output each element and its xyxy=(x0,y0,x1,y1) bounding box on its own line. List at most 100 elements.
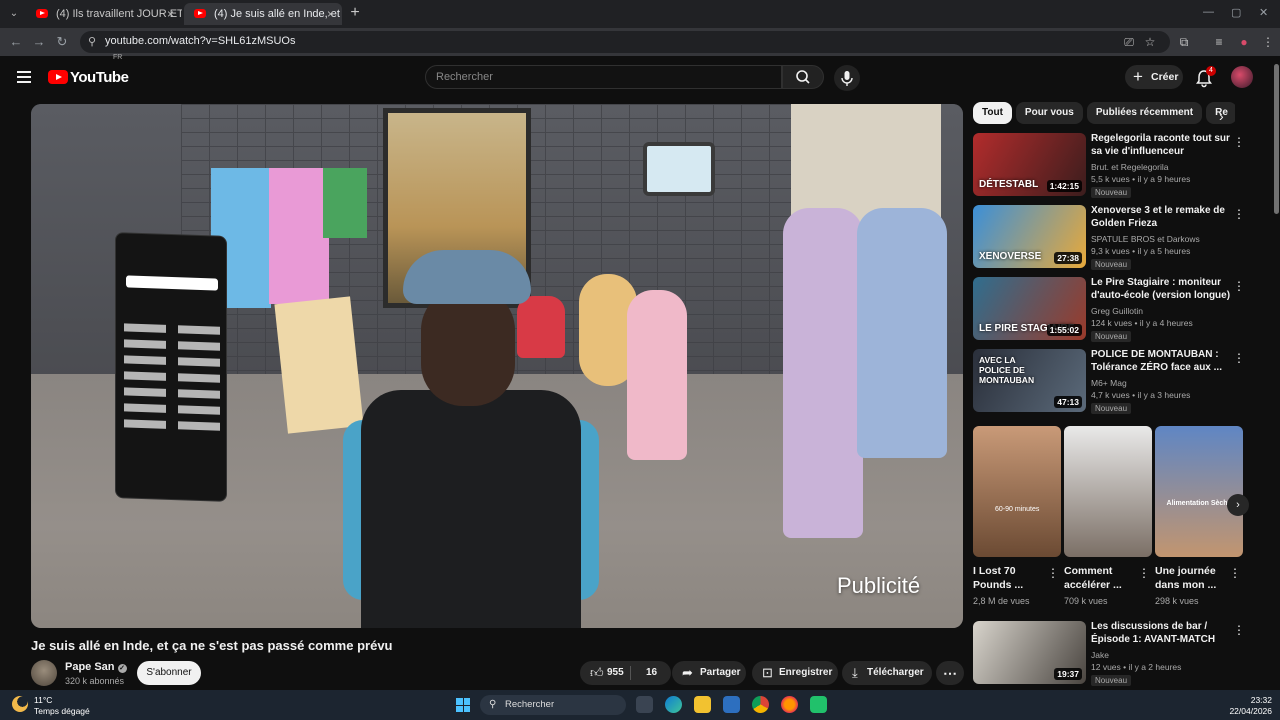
puzzle-icon[interactable]: ⧉ xyxy=(1176,34,1192,50)
video-frame-poster xyxy=(323,168,367,238)
video-thumbnail[interactable]: AVEC LA POLICE DE MONTAUBAN 47:13 xyxy=(973,349,1086,412)
recommendation-item[interactable]: LE PIRE STAGIAIRE 1:55:02 Le Pire Stagia… xyxy=(973,276,1245,342)
recommendation-meta: 4,7 k vues • il y a 3 heures xyxy=(1091,390,1191,400)
recommendation-item[interactable]: AVEC LA POLICE DE MONTAUBAN 47:13 POLICE… xyxy=(973,348,1245,414)
search-button[interactable] xyxy=(782,65,824,89)
video-thumbnail[interactable]: 19:37 xyxy=(973,621,1086,684)
recommendation-item[interactable]: 19:37 Les discussions de bar /Épisode 1:… xyxy=(973,621,1243,687)
back-arrow-icon[interactable]: ← xyxy=(8,34,24,50)
chip-all[interactable]: Tout xyxy=(973,102,1012,124)
url-text[interactable]: youtube.com/watch?v=SHL61zMSUOs xyxy=(105,35,295,47)
chevron-right-icon[interactable]: › xyxy=(1219,108,1224,124)
recommendation-title[interactable]: Regelegorila raconte tout sur sa vie d'i… xyxy=(1091,132,1231,158)
windows-start-icon[interactable] xyxy=(456,698,470,712)
video-thumbnail[interactable]: LE PIRE STAGIAIRE 1:55:02 xyxy=(973,277,1086,340)
reload-icon[interactable]: ↻ xyxy=(54,34,70,50)
recommendation-title[interactable]: Xenoverse 3 et le remake de Golden Friez… xyxy=(1091,204,1231,230)
recommendation-channel[interactable]: Greg Guillotin xyxy=(1091,306,1143,316)
create-label: Créer xyxy=(1151,71,1179,83)
cast-icon[interactable]: ⎚ xyxy=(1121,34,1137,50)
search-input[interactable]: Rechercher xyxy=(425,65,782,89)
maximize-icon[interactable]: ▢ xyxy=(1231,6,1241,19)
firefox-icon[interactable] xyxy=(781,696,798,713)
file-explorer-icon[interactable] xyxy=(694,696,711,713)
voice-search-button[interactable] xyxy=(834,65,860,91)
chip-recent[interactable]: Publiées récemment xyxy=(1086,102,1203,124)
star-icon[interactable]: ☆ xyxy=(1142,34,1158,50)
site-info-icon[interactable]: ⚲ xyxy=(88,35,102,49)
hamburger-menu-icon[interactable] xyxy=(17,71,31,83)
taskbar-clock[interactable]: 23:32 22/04/2026 xyxy=(1220,695,1272,717)
minimize-icon[interactable]: — xyxy=(1203,6,1214,18)
kebab-icon[interactable]: ⋮ xyxy=(1233,351,1245,365)
channel-name-text[interactable]: Pape San xyxy=(65,661,115,673)
chip-for-you[interactable]: Pour vous xyxy=(1015,102,1083,124)
close-icon[interactable]: × xyxy=(167,3,174,25)
recommendation-title[interactable]: POLICE DE MONTAUBAN : Tolérance ZÉRO fac… xyxy=(1091,348,1231,374)
like-count[interactable]: 955 xyxy=(607,661,624,685)
kebab-icon[interactable]: ⋮ xyxy=(1233,135,1245,149)
task-view-icon[interactable] xyxy=(636,696,653,713)
kebab-icon[interactable]: ⋮ xyxy=(1260,34,1276,50)
like-dislike-group: 👍︎ 955 16 xyxy=(580,661,671,685)
kebab-icon[interactable]: ⋮ xyxy=(1047,566,1059,580)
thumbnail-text: AVEC LA POLICE DE MONTAUBAN xyxy=(979,355,1035,385)
page-scrollbar[interactable] xyxy=(1272,56,1280,690)
weather-widget[interactable]: 11°C Temps dégagé xyxy=(34,695,90,717)
recommendation-title[interactable]: Le Pire Stagiaire : moniteur d'auto-écol… xyxy=(1091,276,1231,302)
kebab-icon[interactable]: ⋮ xyxy=(1229,566,1241,580)
scrollbar-thumb[interactable] xyxy=(1274,64,1279,214)
profile-icon[interactable]: ● xyxy=(1236,34,1252,50)
tab-search-icon[interactable]: ⌄ xyxy=(6,6,22,22)
recommendation-channel[interactable]: M6+ Mag xyxy=(1091,378,1127,388)
short-thumbnail[interactable]: 60-90 minutes xyxy=(973,426,1061,557)
download-button[interactable]: ⤓ Télécharger xyxy=(842,661,932,685)
thumbs-up-icon[interactable]: 👍︎ xyxy=(590,661,604,685)
recommendation-channel[interactable]: SPATULE BROS et Darkows xyxy=(1091,234,1200,244)
new-tab-button[interactable]: + xyxy=(346,4,364,22)
video-thumbnail[interactable]: DÉTESTABL 1:42:15 xyxy=(973,133,1086,196)
forward-arrow-icon[interactable]: → xyxy=(31,34,47,50)
window-close-icon[interactable]: ✕ xyxy=(1259,6,1268,19)
video-player[interactable]: Publicité xyxy=(31,104,963,628)
recommendation-meta: 5,5 k vues • il y a 9 heures xyxy=(1091,174,1191,184)
short-title[interactable]: I Lost 70 Pounds ... xyxy=(973,564,1045,592)
video-thumbnail[interactable]: XENOVERSE 27:38 xyxy=(973,205,1086,268)
account-avatar[interactable] xyxy=(1231,66,1253,88)
reading-list-icon[interactable]: ≡ xyxy=(1211,34,1227,50)
recommendation-item[interactable]: DÉTESTABL 1:42:15 Regelegorila raconte t… xyxy=(973,132,1245,198)
dislike-count[interactable]: 16 xyxy=(646,661,657,685)
kebab-icon[interactable]: ⋮ xyxy=(1233,623,1243,637)
save-button[interactable]: ⊡ Enregistrer xyxy=(752,661,838,685)
store-icon[interactable] xyxy=(723,696,740,713)
recommendation-channel[interactable]: Jake xyxy=(1091,650,1109,660)
omnibox[interactable]: ⚲ youtube.com/watch?v=SHL61zMSUOs xyxy=(80,31,1170,53)
moon-icon[interactable] xyxy=(12,696,28,712)
chevron-right-icon[interactable]: › xyxy=(1227,494,1249,516)
close-icon[interactable]: × xyxy=(327,3,334,25)
recommendation-title[interactable]: Les discussions de bar /Épisode 1: AVANT… xyxy=(1091,621,1231,646)
recommendation-item[interactable]: XENOVERSE 27:38 Xenoverse 3 et le remake… xyxy=(973,204,1245,270)
share-button[interactable]: ➦ Partager xyxy=(672,661,746,685)
short-thumbnail[interactable]: Alimentation Sèche xyxy=(1155,426,1243,557)
kebab-icon[interactable]: ⋮ xyxy=(1138,566,1150,580)
recommendation-channel[interactable]: Brut. et Regelegorila xyxy=(1091,162,1169,172)
kebab-icon[interactable]: ⋮ xyxy=(1233,279,1245,293)
channel-avatar[interactable] xyxy=(31,660,57,686)
subscribe-button[interactable]: S'abonner xyxy=(137,661,201,685)
chrome-icon[interactable] xyxy=(752,696,769,713)
more-actions-button[interactable]: ⋯ xyxy=(936,661,964,685)
duration-badge: 19:37 xyxy=(1054,668,1082,680)
short-title[interactable]: Une journée dans mon ... xyxy=(1155,564,1227,592)
channel-name[interactable]: Pape San ✓ xyxy=(65,661,127,673)
browser-tab-2[interactable]: (4) Je suis allé en Inde, et ça × xyxy=(184,3,342,25)
taskbar-search[interactable]: ⚲ Rechercher xyxy=(480,695,626,715)
short-title[interactable]: Comment accélérer ... xyxy=(1064,564,1136,592)
create-button[interactable]: + Créer xyxy=(1125,65,1183,89)
kebab-icon[interactable]: ⋮ xyxy=(1233,207,1245,221)
edge-icon[interactable] xyxy=(665,696,682,713)
share-label: Partager xyxy=(700,667,741,678)
short-thumbnail[interactable] xyxy=(1064,426,1152,557)
browser-tab-1[interactable]: (4) Ils travaillent JOUR ET NUIT × xyxy=(26,3,182,25)
app-icon[interactable] xyxy=(810,696,827,713)
